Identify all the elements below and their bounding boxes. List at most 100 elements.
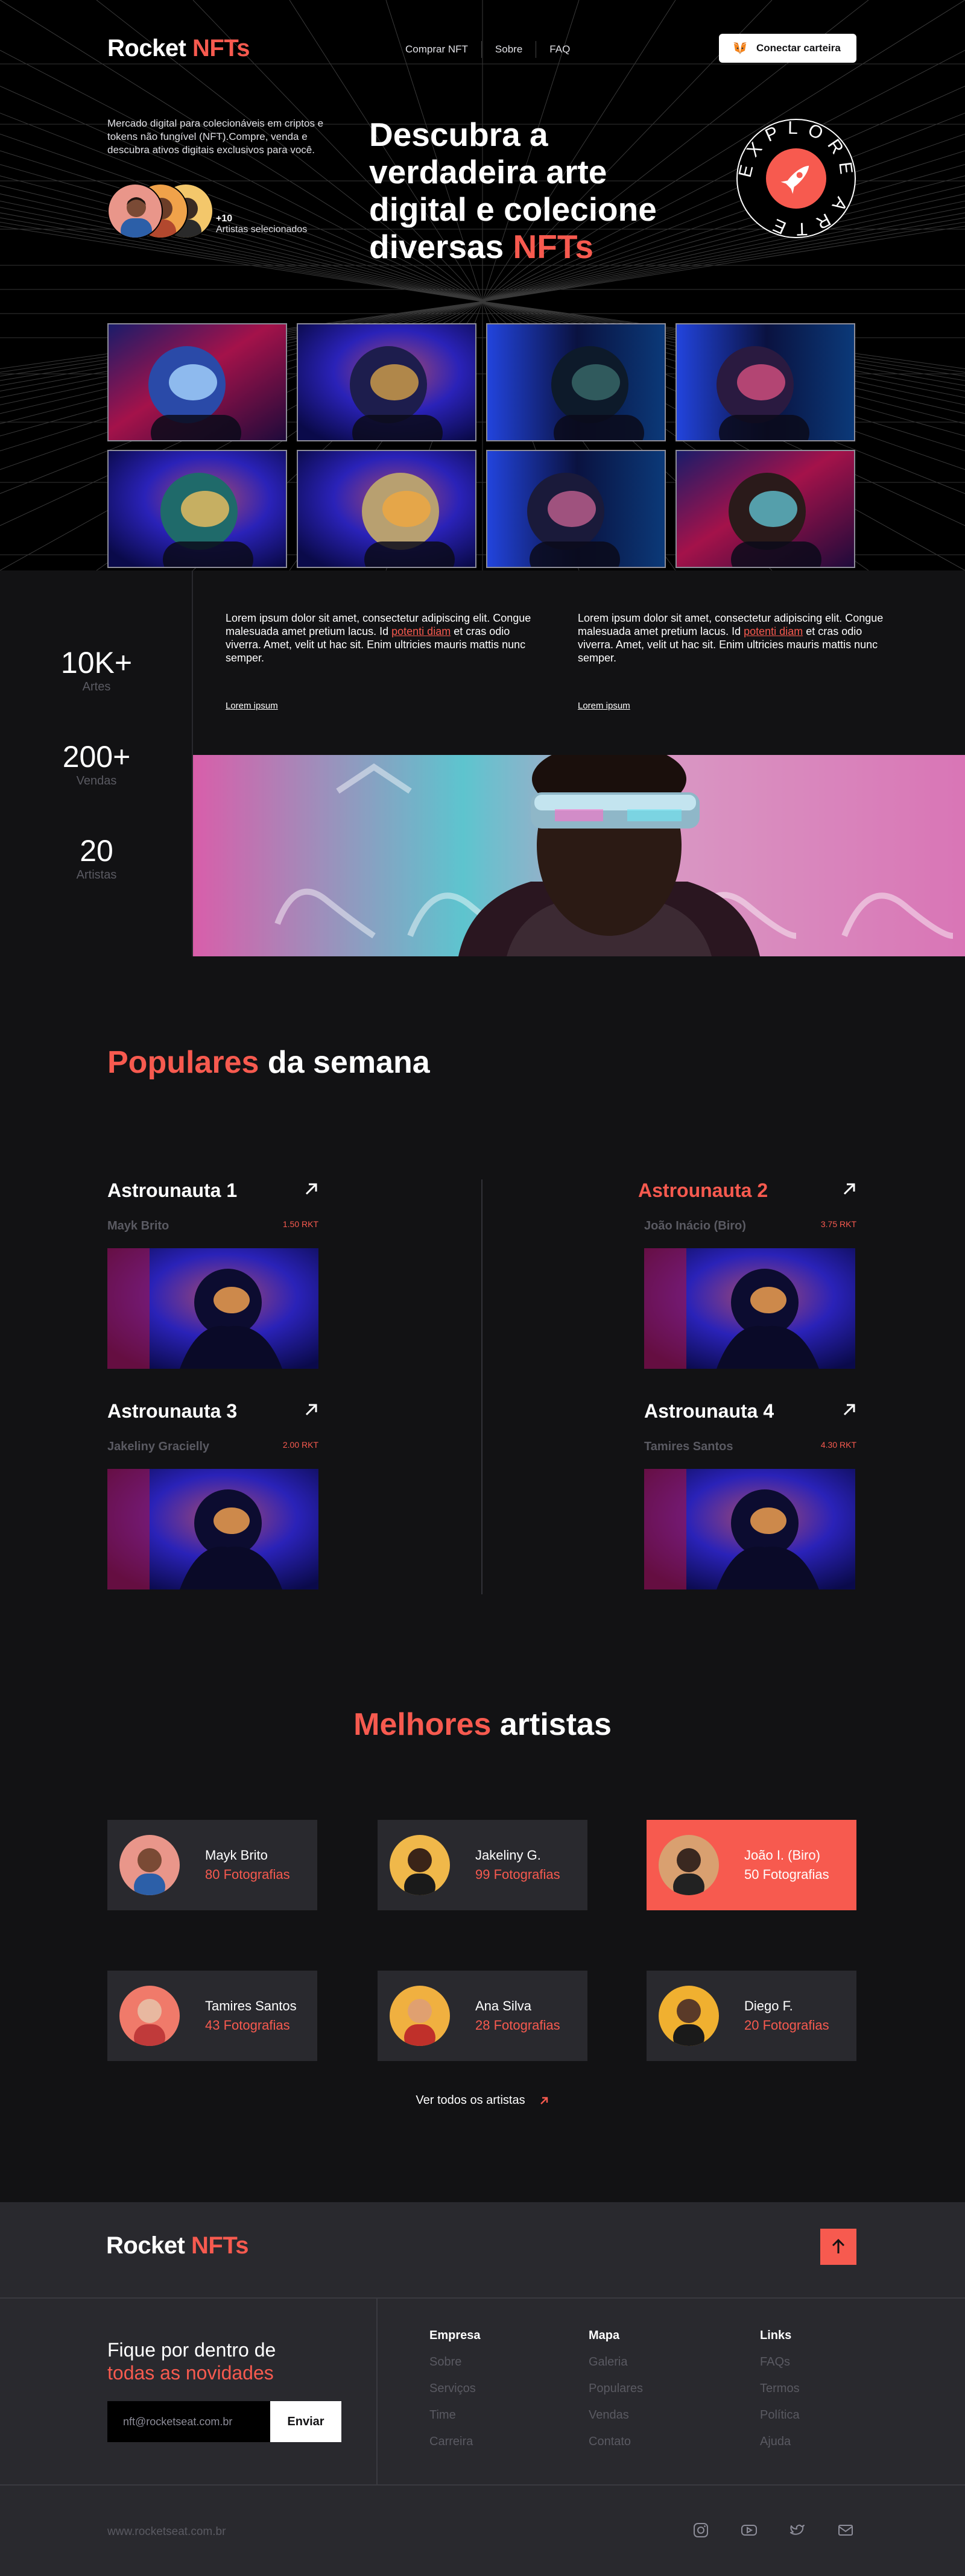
arrow-up-right-icon[interactable] (842, 1182, 856, 1196)
artist-card[interactable]: Tamires Santos 43 Fotografias (107, 1971, 317, 2061)
footer-link[interactable]: FAQs (760, 2355, 790, 2369)
arrow-up-right-icon[interactable] (842, 1403, 856, 1417)
nft-tile-image[interactable] (676, 323, 855, 441)
card-price: 1.50 RKT (282, 1219, 318, 1229)
youtube-icon[interactable] (741, 2522, 758, 2539)
instagram-icon[interactable] (692, 2522, 709, 2539)
card-artist: Tamires Santos (644, 1440, 733, 1453)
card-title: Astrounauta 1 (107, 1179, 238, 1201)
artist-photo-count: 50 Fotografias (744, 1867, 829, 1882)
footer-link[interactable]: Time (429, 2408, 456, 2422)
footer-link[interactable]: Carreira (429, 2435, 473, 2449)
artists-section: Melhores artistas Mayk Brito 80 Fotograf… (0, 1599, 965, 2202)
nav-faq[interactable]: FAQ (549, 43, 570, 55)
card-title: Astrounauta 3 (107, 1400, 238, 1422)
artist-name: Mayk Brito (205, 1848, 268, 1863)
back-to-top-button[interactable] (820, 2229, 856, 2265)
footer-column-heading: Links (760, 2329, 792, 2342)
footer-column-heading: Mapa (589, 2329, 620, 2342)
newsletter-email-input[interactable]: nft@rocketseat.com.br (107, 2401, 270, 2442)
avatar (119, 1835, 180, 1895)
explore-badge[interactable]: EXPLORE ARTE (735, 118, 856, 239)
nav-sobre[interactable]: Sobre (495, 43, 522, 55)
avatar (119, 1986, 180, 2046)
artists-count: +10 Artistas selecionados (216, 213, 308, 235)
card-image[interactable] (107, 1248, 318, 1369)
stat-artistas: 20 Artistas (76, 834, 117, 882)
twitter-icon[interactable] (789, 2522, 806, 2539)
card-title: Astrounauta 4 (644, 1400, 774, 1422)
footer-divider-bottom (0, 2484, 965, 2486)
artist-card[interactable]: Mayk Brito 80 Fotografias (107, 1820, 317, 1910)
popular-section: Populares da semana Astrounauta 1 Mayk B… (0, 956, 965, 1599)
artist-photo-count: 80 Fotografias (205, 1867, 290, 1882)
newsletter-heading: Fique por dentro de todas as novidades (107, 2339, 276, 2384)
arrow-up-right-icon[interactable] (304, 1403, 318, 1417)
stat-vendas: 200+ Vendas (62, 740, 131, 788)
about-link-1[interactable]: Lorem ipsum (226, 701, 278, 711)
mail-icon[interactable] (837, 2522, 854, 2539)
nft-tile-image[interactable] (486, 323, 666, 441)
card-artist: João Inácio (Biro) (644, 1219, 746, 1233)
card-price: 3.75 RKT (820, 1219, 856, 1229)
footer-link[interactable]: Vendas (589, 2408, 629, 2422)
hero-title: Descubra a verdadeira arte digital e col… (369, 116, 657, 265)
nft-tile-image[interactable] (676, 450, 855, 568)
footer-link[interactable]: Galeria (589, 2355, 627, 2369)
artist-card[interactable]: João I. (Biro) 50 Fotografias (647, 1820, 856, 1910)
stat-artes: 10K+ Artes (60, 646, 133, 693)
avatar (390, 1986, 450, 2046)
artist-name: Tamires Santos (205, 1998, 297, 2013)
popular-title: Populares da semana (107, 1045, 430, 1080)
footer-link[interactable]: Populares (589, 2382, 643, 2396)
stats-section: 10K+ Artes 200+ Vendas 20 Artistas Lorem… (0, 570, 965, 956)
arrow-up-right-icon (540, 2097, 548, 2104)
newsletter-send-button[interactable]: Enviar (270, 2401, 341, 2442)
footer-link[interactable]: Sobre (429, 2355, 461, 2369)
popular-divider (481, 1179, 482, 1594)
avatar (659, 1986, 719, 2046)
about-text-2: Lorem ipsum dolor sit amet, consectetur … (578, 612, 884, 664)
nft-tile-image[interactable] (297, 450, 476, 568)
avatar (107, 183, 163, 239)
connect-wallet-button[interactable]: Conectar carteira (719, 34, 856, 63)
about-text-1: Lorem ipsum dolor sit amet, consectetur … (226, 612, 531, 664)
arrow-up-right-icon[interactable] (304, 1182, 318, 1196)
artist-name: Ana Silva (475, 1998, 531, 2013)
card-image[interactable] (644, 1248, 855, 1369)
see-all-artists-link[interactable]: Ver todos os artistas (0, 2094, 965, 2107)
avatar (659, 1835, 719, 1895)
arrow-up-icon (832, 2239, 845, 2253)
nft-tile-image[interactable] (486, 450, 666, 568)
card-image[interactable] (107, 1469, 318, 1589)
artist-name: Diego F. (744, 1998, 793, 2013)
nft-tile-image[interactable] (107, 450, 287, 568)
footer-logo[interactable]: Rocket NFTs (106, 2232, 249, 2259)
footer-link[interactable]: Contato (589, 2435, 631, 2449)
card-price: 2.00 RKT (282, 1440, 318, 1450)
nft-tile-image[interactable] (107, 323, 287, 441)
about-link-2[interactable]: Lorem ipsum (578, 701, 630, 711)
footer-link[interactable]: Ajuda (760, 2435, 791, 2449)
nft-tile-image[interactable] (297, 323, 476, 441)
avatar (390, 1835, 450, 1895)
artist-photo-count: 99 Fotografias (475, 1867, 560, 1882)
artist-photo-count: 20 Fotografias (744, 2018, 829, 2033)
footer-link[interactable]: Termos (760, 2382, 800, 2396)
see-all-label: Ver todos os artistas (416, 2094, 525, 2107)
main-nav: Comprar NFT Sobre FAQ (405, 41, 570, 58)
footer: Rocket NFTs Fique por dentro de todas as… (0, 2202, 965, 2576)
artist-name: Jakeliny G. (475, 1848, 541, 1863)
nav-comprar-nft[interactable]: Comprar NFT (405, 43, 468, 55)
footer-site-url[interactable]: www.rocketseat.com.br (107, 2525, 226, 2539)
footer-link[interactable]: Serviços (429, 2382, 476, 2396)
card-image[interactable] (644, 1469, 855, 1589)
logo[interactable]: Rocket NFTs (107, 35, 250, 62)
footer-link[interactable]: Política (760, 2408, 800, 2422)
artist-card[interactable]: Diego F. 20 Fotografias (647, 1971, 856, 2061)
artist-card[interactable]: Ana Silva 28 Fotografias (378, 1971, 587, 2061)
selected-artists-avatars (107, 183, 216, 239)
card-artist: Mayk Brito (107, 1219, 169, 1233)
card-title: Astrounauta 2 (638, 1179, 768, 1201)
artist-card[interactable]: Jakeliny G. 99 Fotografias (378, 1820, 587, 1910)
